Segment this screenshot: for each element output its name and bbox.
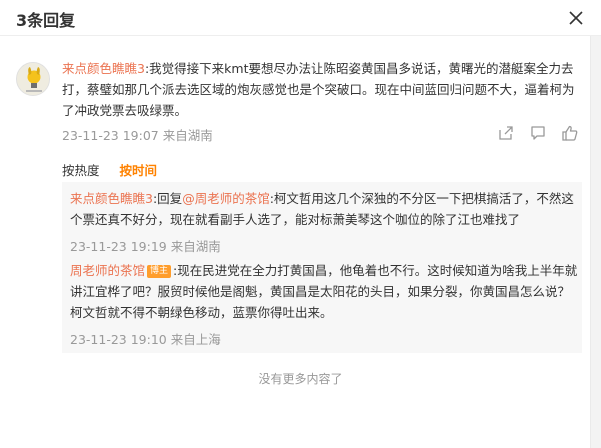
reply-item: 来点颜色瞧瞧3:回复@周老师的茶馆:柯文哲用这几个深独的不分区一下把棋搞活了，不… [70,188,580,230]
dialog-header: 3条回复 [0,0,601,36]
share-icon[interactable] [497,124,515,142]
comment-icon[interactable] [529,124,547,142]
dialog-title: 3条回复 [16,11,76,30]
scrollbar[interactable] [590,36,601,448]
reply-prefix: :回复 [152,191,183,206]
thumbs-up-icon[interactable] [561,124,579,142]
reply-username[interactable]: 来点颜色瞧瞧3 [70,191,153,206]
comment-username[interactable]: 来点颜色瞧瞧3 [62,61,145,76]
reply-mention[interactable]: @周老师的茶馆 [182,191,270,206]
comment-scroll-area: 来点颜色瞧瞧3:我觉得接下来kmt要想尽办法让陈昭姿黄国昌多说话，黄曙光的潜艇案… [0,36,590,448]
reply-username[interactable]: 周老师的茶馆 [70,263,145,278]
reply-source: 来自湖南 [170,239,221,254]
sort-by-time-tab[interactable]: 按时间 [120,160,158,179]
reply-source: 来自上海 [170,332,221,347]
comment-source: 来自湖南 [162,128,213,143]
blogger-badge: 博主 [147,265,172,278]
reply-meta: 23-11-23 19:10 来自上海 [70,329,221,348]
reply-list: 来点颜色瞧瞧3:回复@周老师的茶馆:柯文哲用这几个深独的不分区一下把棋搞活了，不… [62,182,582,353]
reply-date: 23-11-23 19:19 [70,239,167,254]
reply-date: 23-11-23 19:10 [70,332,167,347]
reply-dialog: 3条回复 来点颜色瞧瞧3:我觉得接下来kmt要想尽办法让陈昭姿黄国昌多说话，黄曙… [0,0,601,448]
reply-item: 周老师的茶馆 博主:现在民进党在全力打黄国昌，他龟着也不行。这时候知道为啥我上半年… [70,260,580,323]
comment-meta: 23-11-23 19:07 来自湖南 [62,125,213,144]
reply-meta: 23-11-23 19:19 来自湖南 [70,236,221,255]
sort-bar: 按热度 按时间 [62,160,173,179]
comment-actions [497,124,579,142]
sort-by-heat-tab[interactable]: 按热度 [62,160,100,179]
avatar[interactable] [16,62,50,96]
comment-date: 23-11-23 19:07 [62,128,159,143]
no-more-content: 没有更多内容了 [258,372,343,386]
close-icon[interactable] [566,8,586,28]
main-comment: 来点颜色瞧瞧3:我觉得接下来kmt要想尽办法让陈昭姿黄国昌多说话，黄曙光的潜艇案… [62,58,582,121]
